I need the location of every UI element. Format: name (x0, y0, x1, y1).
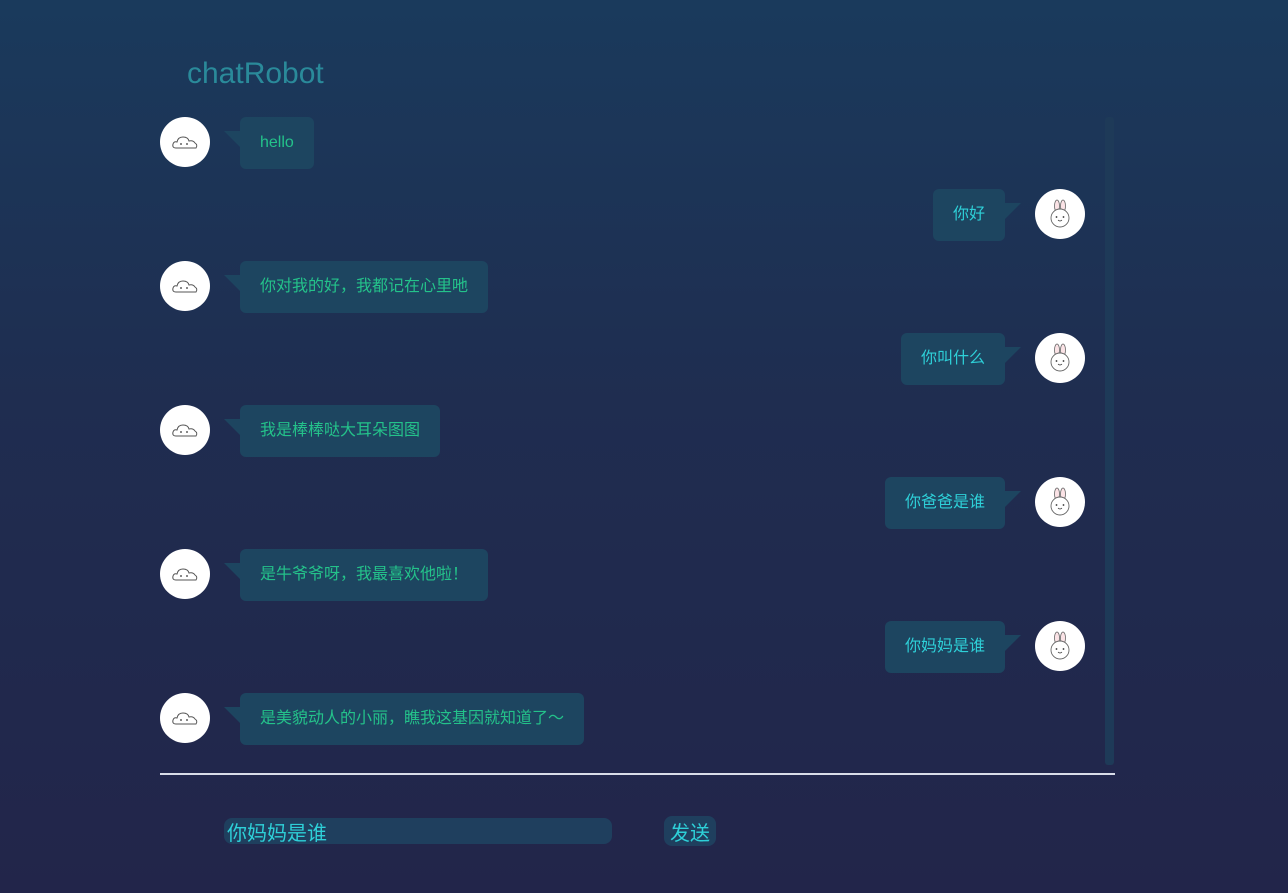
user-message: 你妈妈是谁 (160, 621, 1115, 673)
message-bubble: 你好 (932, 189, 1022, 241)
user-message: 你好 (160, 189, 1115, 241)
chat-message-list[interactable]: hello 你好 你对我的好，我都记在心里吔 你叫什么 我是棒棒哒大耳朵图图 你… (160, 117, 1115, 767)
message-bubble: 你妈妈是谁 (884, 621, 1022, 673)
app-title: chatRobot (187, 57, 324, 90)
bot-message: 是美貌动人的小丽，瞧我这基因就知道了～ (160, 693, 1115, 745)
bot-message: hello (160, 117, 1115, 169)
bot-message: 你对我的好，我都记在心里吔 (160, 261, 1115, 313)
bunny-avatar-icon (1035, 621, 1085, 671)
bunny-avatar-icon (1035, 189, 1085, 239)
user-message: 你叫什么 (160, 333, 1115, 385)
bot-message: 是牛爷爷呀，我最喜欢他啦！ (160, 549, 1115, 601)
chat-scrollbar[interactable] (1105, 117, 1114, 765)
bot-message: 我是棒棒哒大耳朵图图 (160, 405, 1115, 457)
bunny-avatar-icon (1035, 477, 1085, 527)
message-input[interactable] (224, 818, 612, 844)
message-bubble: 你爸爸是谁 (884, 477, 1022, 529)
send-button[interactable]: 发送 (664, 816, 716, 846)
message-bubble: 你叫什么 (900, 333, 1022, 385)
cloud-avatar-icon (160, 261, 210, 311)
cloud-avatar-icon (160, 405, 210, 455)
composer-divider (160, 773, 1115, 775)
cloud-avatar-icon (160, 693, 210, 743)
message-bubble: 我是棒棒哒大耳朵图图 (223, 405, 441, 457)
message-bubble: 是牛爷爷呀，我最喜欢他啦！ (223, 549, 489, 601)
message-bubble: 是美貌动人的小丽，瞧我这基因就知道了～ (223, 693, 585, 745)
cloud-avatar-icon (160, 117, 210, 167)
message-bubble: hello (224, 117, 314, 169)
user-message: 你爸爸是谁 (160, 477, 1115, 529)
message-bubble: 你对我的好，我都记在心里吔 (223, 261, 489, 313)
bunny-avatar-icon (1035, 333, 1085, 383)
cloud-avatar-icon (160, 549, 210, 599)
